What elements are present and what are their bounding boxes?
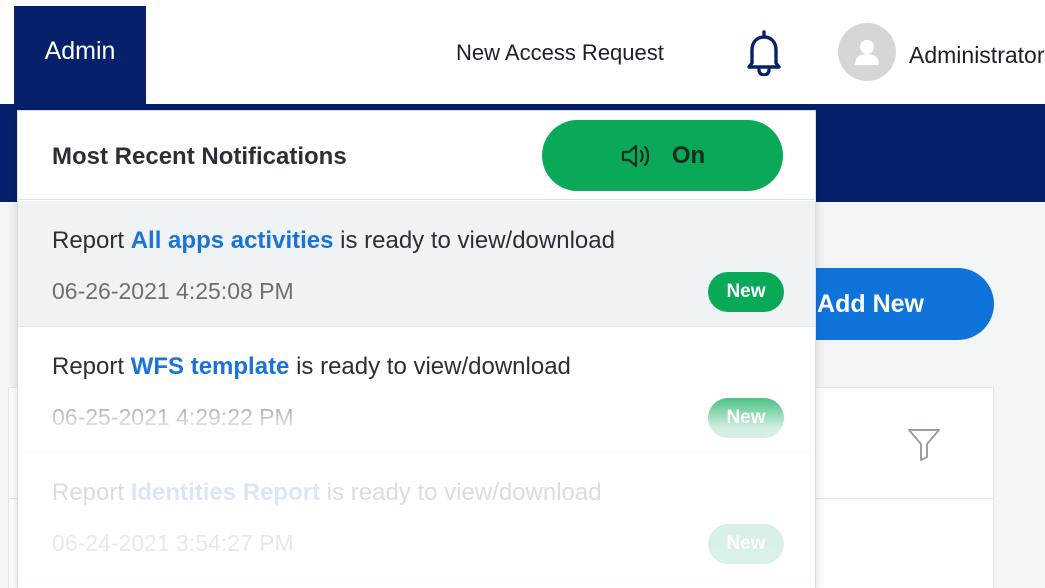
top-header: Admin New Access Request Administrator [0, 0, 1045, 104]
report-link[interactable]: All apps activities [131, 227, 334, 254]
notification-item[interactable]: Report WFS template is ready to view/dow… [18, 327, 815, 453]
notification-item[interactable]: Report Identities Report is ready to vie… [18, 453, 815, 579]
notification-timestamp: 06-24-2021 3:54:27 PM [52, 530, 294, 556]
notification-suffix: is ready to view/download [340, 227, 615, 254]
report-link[interactable]: Identities Report [131, 479, 320, 506]
sound-toggle-label: On [671, 141, 706, 169]
notifications-dropdown: Most Recent Notifications On Report All … [17, 110, 816, 588]
notification-timestamp: 06-25-2021 4:29:22 PM [52, 404, 294, 430]
notification-prefix: Report [52, 479, 125, 506]
notifications-header: Most Recent Notifications On [18, 111, 815, 200]
new-badge: New [708, 524, 784, 564]
notification-message: Report All apps activities is ready to v… [52, 227, 615, 255]
new-badge: New [708, 272, 784, 312]
speaker-icon [621, 144, 649, 167]
notification-suffix: is ready to view/download [296, 353, 571, 380]
notifications-title: Most Recent Notifications [52, 143, 347, 170]
admin-tab[interactable]: Admin [14, 6, 146, 104]
new-badge: New [708, 398, 784, 438]
new-access-request-link[interactable]: New Access Request [456, 40, 664, 66]
notification-message: Report WFS template is ready to view/dow… [52, 353, 571, 381]
report-link[interactable]: WFS template [131, 353, 290, 380]
notification-prefix: Report [52, 227, 125, 254]
notification-prefix: Report [52, 353, 125, 380]
sound-toggle-button[interactable]: On [542, 120, 783, 191]
user-avatar-icon[interactable] [838, 23, 896, 81]
page: Admin New Access Request Administrator A… [0, 0, 1045, 588]
filter-icon[interactable] [906, 426, 942, 462]
user-name[interactable]: Administrator [909, 42, 1044, 69]
notification-suffix: is ready to view/download [326, 479, 602, 506]
notification-item[interactable]: Report All apps activities is ready to v… [18, 201, 815, 327]
notification-message: Report Identities Report is ready to vie… [52, 479, 602, 507]
notification-timestamp: 06-26-2021 4:25:08 PM [52, 278, 294, 304]
bell-icon[interactable] [744, 30, 784, 77]
